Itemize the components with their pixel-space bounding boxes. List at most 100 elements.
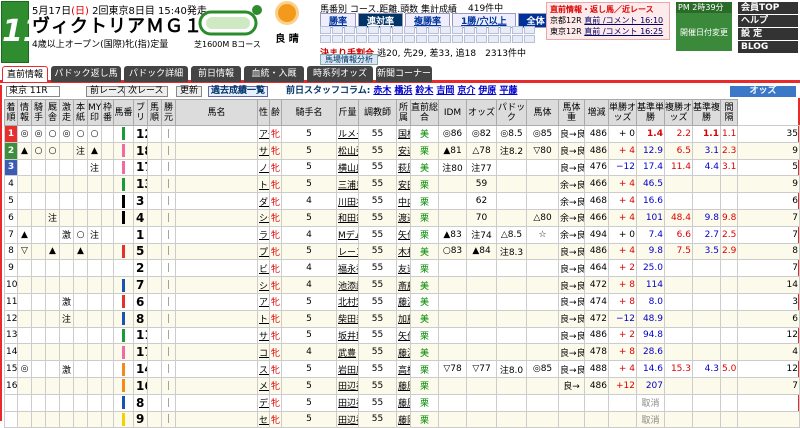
jockey-link[interactable]: 田辺裕 bbox=[336, 410, 359, 428]
my-mark[interactable] bbox=[101, 242, 114, 261]
my-mark[interactable] bbox=[101, 376, 114, 395]
column-header[interactable]: 直前総合 bbox=[410, 99, 439, 126]
past-results-button[interactable]: 過去成績一覧 bbox=[208, 86, 269, 97]
column-header[interactable]: 枠番 bbox=[101, 99, 114, 126]
column-header[interactable]: 着順 bbox=[4, 99, 18, 126]
horse-name-link[interactable]: サトノガーネット bbox=[257, 326, 270, 345]
column-header[interactable]: 情報 bbox=[17, 99, 32, 126]
column-header[interactable]: 厩舎 bbox=[45, 99, 60, 126]
column-header[interactable]: 騎手 bbox=[31, 99, 46, 126]
jockey-link[interactable]: 川田将 bbox=[336, 192, 359, 210]
horse-name-link[interactable]: シゲルピンクダイヤ bbox=[257, 208, 270, 227]
horse-name-link[interactable]: シャドウディーヴァ bbox=[257, 276, 270, 294]
my-mark[interactable] bbox=[101, 360, 114, 378]
my-mark[interactable] bbox=[101, 276, 114, 294]
jockey-link[interactable]: 柴田善 bbox=[336, 309, 359, 328]
settings-link[interactable]: 設 定 bbox=[738, 28, 798, 40]
horse-name-link[interactable]: サウンドキアラ bbox=[257, 141, 270, 160]
change-date-button[interactable]: 開催日付変更 bbox=[676, 13, 732, 51]
column-header[interactable]: 斤量 bbox=[336, 99, 359, 126]
help-link[interactable]: ヘルプ bbox=[738, 15, 798, 27]
trainer-link[interactable]: 安田隆 bbox=[396, 175, 411, 194]
my-mark[interactable] bbox=[101, 192, 114, 210]
my-mark[interactable] bbox=[101, 141, 114, 160]
column-header[interactable]: 基準複勝 bbox=[692, 99, 721, 126]
trainer-link[interactable]: 矢作芳 bbox=[396, 225, 411, 244]
trainer-link[interactable]: 藤原英 bbox=[396, 376, 411, 395]
jockey-link[interactable]: 岩田康 bbox=[336, 360, 359, 378]
trainer-link[interactable]: 高橋亮 bbox=[396, 360, 411, 378]
tab-odds-history[interactable]: 時系列オッズ bbox=[307, 66, 373, 82]
tab-pre-race[interactable]: 直前情報 bbox=[2, 66, 48, 82]
horse-name-link[interactable]: アーモンドアイ bbox=[257, 125, 270, 143]
column-header[interactable]: オッズ bbox=[466, 99, 497, 126]
trainer-link[interactable]: 矢作芳 bbox=[396, 326, 411, 345]
trainer-link[interactable]: 斎藤誠 bbox=[396, 276, 411, 294]
column-header[interactable]: パドック bbox=[496, 99, 527, 126]
jockey-link[interactable]: 横山典 bbox=[336, 158, 359, 177]
trainer-link[interactable]: 藤岡健 bbox=[396, 410, 411, 428]
jockey-link[interactable]: 武豊 bbox=[336, 343, 359, 362]
column-header[interactable]: 激走 bbox=[59, 99, 74, 126]
horse-name-link[interactable]: スカーレットカラー bbox=[257, 360, 270, 378]
my-mark[interactable] bbox=[101, 309, 114, 328]
column-header[interactable]: 本紙 bbox=[73, 99, 88, 126]
column-header[interactable]: 馬順 bbox=[147, 99, 162, 126]
horse-name-link[interactable]: ビーチサンバ bbox=[257, 259, 270, 278]
next-race-button[interactable]: 次レース bbox=[124, 86, 168, 97]
race-select[interactable]: 東京 11R bbox=[6, 86, 60, 97]
jockey-link[interactable]: 田辺裕 bbox=[336, 393, 359, 412]
horse-name-link[interactable]: アルーシャ bbox=[257, 292, 270, 311]
horse-name-link[interactable]: メジェールスー bbox=[257, 376, 270, 395]
horse-name-link[interactable]: ディメンシオン bbox=[257, 393, 270, 412]
horse-name-link[interactable]: セラピア bbox=[257, 410, 270, 428]
jockey-link[interactable]: 坂井瑠 bbox=[336, 326, 359, 345]
my-mark[interactable] bbox=[101, 410, 114, 428]
column-header[interactable]: 基準単勝 bbox=[636, 99, 665, 126]
my-mark[interactable] bbox=[101, 343, 114, 362]
jockey-link[interactable]: Mデム bbox=[336, 225, 359, 244]
column-header[interactable]: 単勝オッズ bbox=[608, 99, 637, 126]
tab-newspaper[interactable]: 新聞コーナー bbox=[376, 66, 432, 82]
my-mark[interactable] bbox=[101, 208, 114, 227]
jockey-link[interactable]: 池添謙 bbox=[336, 276, 359, 294]
column-header[interactable]: 馬体重 bbox=[558, 99, 585, 126]
horse-name-link[interactable]: トロワゼトワル bbox=[257, 175, 270, 194]
column-header[interactable]: MY印 bbox=[87, 99, 102, 126]
tab-paddock-warmup[interactable]: パドック返し馬 bbox=[51, 66, 121, 82]
jockey-link[interactable]: レーン bbox=[336, 242, 359, 261]
my-mark[interactable] bbox=[101, 175, 114, 194]
column-header[interactable]: 間隔 bbox=[720, 99, 738, 126]
trainer-link[interactable]: 国枝栄 bbox=[396, 125, 411, 143]
my-mark[interactable] bbox=[101, 225, 114, 244]
trainer-link[interactable]: 友道康 bbox=[396, 259, 411, 278]
jockey-link[interactable]: 松山弘 bbox=[336, 141, 359, 160]
blog-link[interactable]: BLOG bbox=[738, 41, 798, 53]
column-header[interactable]: 馬名 bbox=[175, 99, 258, 126]
column-header[interactable]: 増減 bbox=[584, 99, 609, 126]
my-mark[interactable] bbox=[101, 125, 114, 143]
jockey-link[interactable]: ルメー bbox=[336, 125, 359, 143]
trainer-link[interactable]: 藤沢和 bbox=[396, 343, 411, 362]
column-header[interactable]: 調教師 bbox=[358, 99, 397, 126]
trainer-link[interactable]: 木村哲 bbox=[396, 242, 411, 261]
tab-pedigree[interactable]: 血統・入厩 bbox=[244, 66, 304, 82]
trainer-link[interactable]: 萩原清 bbox=[396, 158, 411, 177]
column-header[interactable]: 性 bbox=[257, 99, 270, 126]
my-mark[interactable] bbox=[101, 259, 114, 278]
my-mark[interactable] bbox=[101, 393, 114, 412]
jockey-link[interactable]: 田辺裕 bbox=[336, 376, 359, 395]
column-header[interactable]: ブリ bbox=[133, 99, 148, 126]
odds-button[interactable]: オッズ bbox=[730, 86, 796, 97]
trainer-link[interactable]: 中内田 bbox=[396, 192, 411, 210]
horse-name-link[interactable]: ラヴズオンリーユー bbox=[257, 225, 270, 244]
trainer-link[interactable]: 藤原英 bbox=[396, 393, 411, 412]
horse-name-link[interactable]: プリモシーン bbox=[257, 242, 270, 261]
tab-paddock-detail[interactable]: パドック詳細 bbox=[124, 66, 188, 82]
trainer-link[interactable]: 藤沢和 bbox=[396, 292, 411, 311]
column-header[interactable]: 騎手名 bbox=[281, 99, 337, 126]
member-top-link[interactable]: 会員TOP bbox=[738, 2, 798, 14]
refresh-button[interactable]: 更新 bbox=[176, 86, 203, 97]
tab-prev-day[interactable]: 前日情報 bbox=[191, 66, 241, 82]
jockey-link[interactable]: 和田竜 bbox=[336, 208, 359, 227]
